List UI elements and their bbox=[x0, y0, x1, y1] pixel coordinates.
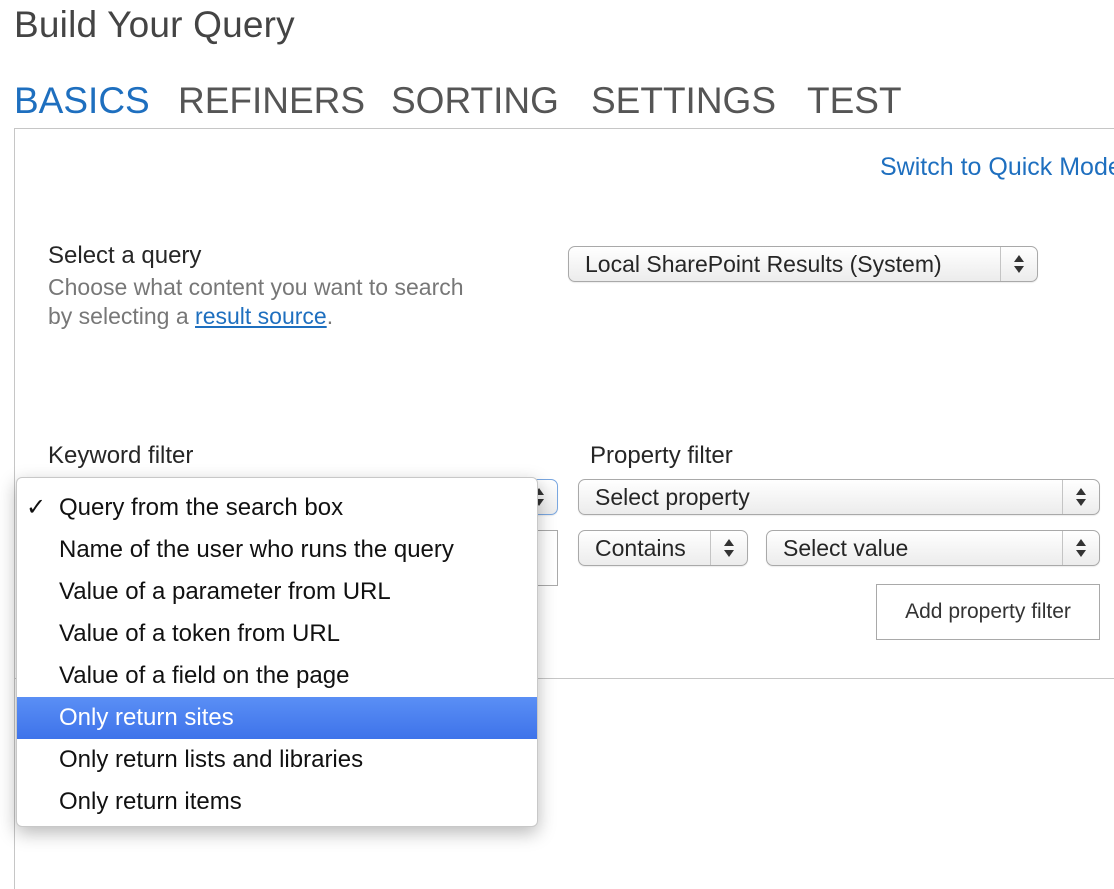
dropdown-option-page-field[interactable]: Value of a field on the page bbox=[17, 655, 537, 697]
dropdown-option-query-from-search-box[interactable]: ✓ Query from the search box bbox=[17, 487, 537, 529]
checkmark-icon: ✓ bbox=[26, 494, 47, 521]
dropdown-option-label: Value of a parameter from URL bbox=[59, 578, 391, 605]
dropdown-option-label: Query from the search box bbox=[59, 494, 344, 521]
dropdown-option-label: Only return lists and libraries bbox=[59, 746, 364, 773]
value-select[interactable]: Select value bbox=[766, 530, 1100, 566]
operator-select[interactable]: Contains bbox=[578, 530, 748, 566]
dropdown-option-label: Value of a token from URL bbox=[59, 620, 341, 647]
tab-settings[interactable]: SETTINGS bbox=[591, 80, 776, 122]
select-query-description-line1: Choose what content you want to search bbox=[48, 274, 464, 300]
property-select-value: Select property bbox=[595, 484, 750, 510]
dropdown-option-label: Only return sites bbox=[59, 704, 234, 731]
property-select[interactable]: Select property bbox=[578, 479, 1100, 515]
up-down-arrows-icon bbox=[710, 531, 747, 565]
tab-refiners[interactable]: REFINERS bbox=[178, 80, 365, 122]
dropdown-option-url-parameter[interactable]: Value of a parameter from URL bbox=[17, 571, 537, 613]
dropdown-option-label: Name of the user who runs the query bbox=[59, 536, 454, 563]
dropdown-option-url-token[interactable]: Value of a token from URL bbox=[17, 613, 537, 655]
dropdown-option-only-items[interactable]: Only return items bbox=[17, 781, 537, 823]
query-source-value: Local SharePoint Results (System) bbox=[585, 251, 942, 277]
select-query-label: Select a query bbox=[48, 242, 202, 269]
tab-basics[interactable]: BASICS bbox=[14, 80, 150, 122]
select-query-description-suffix: . bbox=[326, 303, 334, 329]
keyword-filter-dropdown-menu: ✓ Query from the search box Name of the … bbox=[16, 477, 538, 827]
dropdown-option-label: Value of a field on the page bbox=[59, 662, 350, 689]
dropdown-option-label: Only return items bbox=[59, 788, 242, 815]
select-query-description-prefix: by selecting a bbox=[48, 303, 196, 329]
select-query-description: Choose what content you want to search b… bbox=[48, 273, 464, 331]
dropdown-option-user-name[interactable]: Name of the user who runs the query bbox=[17, 529, 537, 571]
add-property-filter-button[interactable]: Add property filter bbox=[876, 584, 1100, 640]
value-select-value: Select value bbox=[783, 535, 909, 561]
up-down-arrows-icon bbox=[1062, 480, 1099, 514]
up-down-arrows-icon bbox=[1000, 247, 1037, 281]
dropdown-option-only-lists-libraries[interactable]: Only return lists and libraries bbox=[17, 739, 537, 781]
property-filter-label: Property filter bbox=[590, 442, 733, 469]
up-down-arrows-icon bbox=[1062, 531, 1099, 565]
switch-to-quick-mode-link[interactable]: Switch to Quick Mode bbox=[880, 153, 1114, 182]
dropdown-option-only-sites[interactable]: Only return sites bbox=[17, 697, 537, 739]
query-source-select[interactable]: Local SharePoint Results (System) bbox=[568, 246, 1038, 282]
tab-sorting[interactable]: SORTING bbox=[391, 80, 559, 122]
keyword-filter-label: Keyword filter bbox=[48, 442, 194, 469]
operator-select-value: Contains bbox=[595, 535, 686, 561]
page-title: Build Your Query bbox=[14, 4, 295, 45]
result-source-link[interactable]: result source bbox=[195, 303, 327, 329]
tab-test[interactable]: TEST bbox=[807, 80, 902, 122]
